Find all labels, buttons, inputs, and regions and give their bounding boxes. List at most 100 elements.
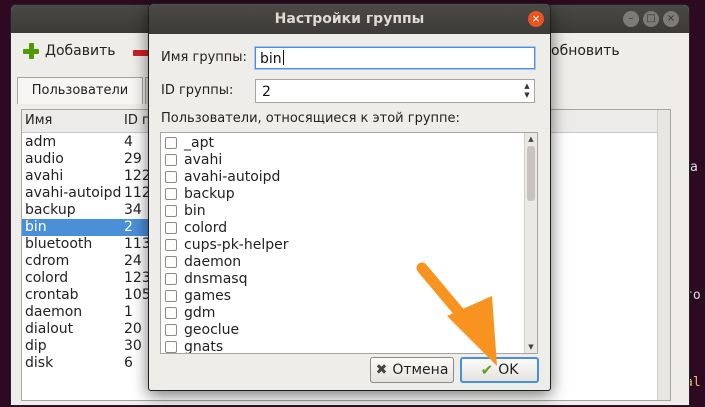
table-row[interactable]: dialout 20: [22, 321, 152, 338]
close-icon[interactable]: ×: [663, 11, 679, 27]
list-item[interactable]: avahi: [165, 151, 222, 168]
table-row[interactable]: crontab 105: [22, 287, 152, 304]
maximize-icon[interactable]: □: [643, 11, 659, 27]
user-label: dnsmasq: [184, 270, 248, 287]
spinner-arrows-icon[interactable]: ▲ ▼: [522, 82, 532, 100]
user-label: games: [184, 287, 232, 304]
checkbox[interactable]: [165, 323, 177, 336]
table-row[interactable]: adm 4: [22, 134, 152, 151]
table-row[interactable]: bin 2: [22, 219, 162, 236]
terminal-text-1: а: [690, 160, 698, 175]
delete-button[interactable]: [133, 50, 149, 56]
row-id: 105: [124, 287, 151, 303]
add-button[interactable]: Добавить: [23, 43, 115, 59]
row-id: 112: [124, 185, 151, 201]
row-name: cdrom: [25, 253, 70, 269]
user-label: cups-pk-helper: [184, 236, 289, 253]
list-item[interactable]: gdm: [165, 304, 215, 321]
row-name: crontab: [25, 287, 79, 303]
user-label: bin: [184, 202, 206, 219]
ok-button[interactable]: ✔ OK: [460, 357, 539, 383]
checkbox[interactable]: [165, 255, 177, 268]
group-name-value: bin: [260, 51, 282, 67]
refresh-button[interactable]: обновить: [551, 43, 620, 59]
group-id-spinner[interactable]: 2 ▲ ▼: [255, 79, 535, 103]
table-row[interactable]: daemon 1: [22, 304, 152, 321]
dialog-close-icon[interactable]: ×: [528, 11, 544, 27]
row-name: adm: [25, 134, 57, 150]
checkbox[interactable]: [165, 204, 177, 217]
user-label: _apt: [184, 134, 214, 151]
scroll-thumb[interactable]: [527, 146, 535, 201]
user-label: gdm: [184, 304, 216, 321]
list-item[interactable]: dnsmasq: [165, 270, 247, 287]
list-item[interactable]: backup: [165, 185, 235, 202]
table-row[interactable]: avahi 122: [22, 168, 152, 185]
checkbox[interactable]: [165, 306, 177, 319]
tab-users[interactable]: Пользователи: [17, 77, 143, 104]
list-item[interactable]: geoclue: [165, 321, 239, 338]
row-id: 30: [124, 338, 142, 354]
row-id: 24: [124, 253, 142, 269]
checkbox[interactable]: [165, 153, 177, 166]
group-settings-dialog: Настройки группы × Имя группы: bin ID гр…: [148, 3, 551, 391]
row-name: disk: [25, 355, 54, 371]
user-label: geoclue: [184, 321, 240, 338]
cancel-button[interactable]: ✖ Отмена: [370, 357, 454, 383]
column-name[interactable]: Имя: [25, 113, 52, 128]
checkbox[interactable]: [165, 289, 177, 302]
checkbox[interactable]: [165, 187, 177, 200]
users-scrollbar[interactable]: ▲ ▼: [524, 133, 537, 353]
row-id: 123: [124, 270, 151, 286]
users-label: Пользователи, относящиеся к этой группе:: [161, 111, 460, 126]
table-row[interactable]: audio 29: [22, 151, 152, 168]
checkbox[interactable]: [165, 340, 177, 353]
row-name: bin: [25, 219, 47, 235]
list-item[interactable]: colord: [165, 219, 227, 236]
list-item[interactable]: bin: [165, 202, 206, 219]
user-label: backup: [184, 185, 235, 202]
group-id-label: ID группы:: [161, 83, 234, 98]
scroll-up-icon[interactable]: ▲: [525, 133, 537, 145]
check-icon: ✔: [480, 361, 494, 379]
list-item[interactable]: _apt: [165, 134, 214, 151]
table-row[interactable]: cdrom 24: [22, 253, 152, 270]
table-row[interactable]: dip 30: [22, 338, 152, 355]
checkbox[interactable]: [165, 136, 177, 149]
group-name-label: Имя группы:: [161, 50, 247, 65]
row-name: avahi: [25, 168, 64, 184]
checkbox[interactable]: [165, 238, 177, 251]
table-row[interactable]: colord 123: [22, 270, 152, 287]
cancel-icon: ✖: [375, 362, 388, 378]
table-row[interactable]: avahi-autoipd 112: [22, 185, 152, 202]
table-row[interactable]: disk 6: [22, 355, 152, 372]
group-id-value: 2: [262, 84, 271, 100]
minus-icon: [133, 50, 149, 56]
group-name-input[interactable]: bin: [255, 47, 535, 69]
checkbox[interactable]: [165, 272, 177, 285]
list-item[interactable]: gnats: [165, 338, 223, 353]
table-row[interactable]: bluetooth 113: [22, 236, 152, 253]
table-scrollbar[interactable]: [657, 110, 670, 400]
checkbox[interactable]: [165, 221, 177, 234]
user-label: daemon: [184, 253, 242, 270]
row-name: daemon: [25, 304, 83, 320]
list-item[interactable]: cups-pk-helper: [165, 236, 288, 253]
minimize-icon[interactable]: –: [623, 11, 639, 27]
table-row[interactable]: backup 34: [22, 202, 152, 219]
row-id: 4: [124, 134, 133, 150]
add-label: Добавить: [45, 43, 116, 59]
user-label: avahi: [184, 151, 223, 168]
user-label: colord: [184, 219, 228, 236]
list-item[interactable]: avahi-autoipd: [165, 168, 280, 185]
list-item[interactable]: daemon: [165, 253, 241, 270]
list-item[interactable]: games: [165, 287, 231, 304]
scroll-down-icon[interactable]: ▼: [525, 341, 537, 353]
row-id: 122: [124, 168, 151, 184]
row-id: 1: [124, 304, 133, 320]
row-name: bluetooth: [25, 236, 93, 252]
cancel-label: Отмена: [392, 362, 449, 378]
row-id: 2: [124, 219, 133, 235]
checkbox[interactable]: [165, 170, 177, 183]
user-label: avahi-autoipd: [184, 168, 281, 185]
